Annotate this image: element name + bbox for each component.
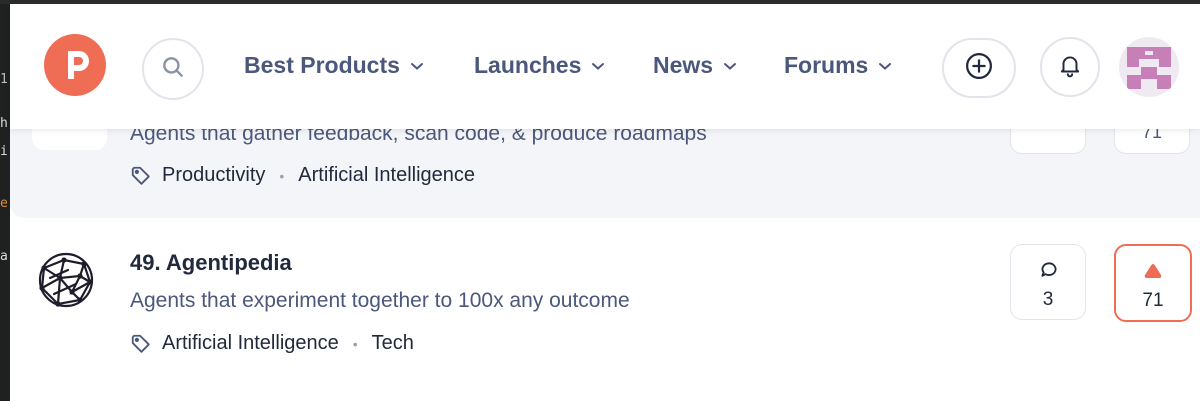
product-title[interactable]: 49. Agentipedia: [130, 250, 292, 276]
topic-link[interactable]: Artificial Intelligence: [298, 164, 475, 187]
bell-icon: [1057, 52, 1083, 83]
topic-link[interactable]: Tech: [372, 332, 414, 355]
nav-news[interactable]: News: [653, 52, 737, 79]
product-hunt-logo[interactable]: [44, 34, 106, 96]
nav-label: News: [653, 52, 714, 78]
product-thumbnail[interactable]: [34, 248, 98, 312]
window-top-border: [0, 0, 1200, 4]
avatar-pattern-icon: [1127, 47, 1171, 89]
user-avatar[interactable]: [1119, 37, 1179, 97]
nav-forums[interactable]: Forums: [784, 52, 892, 79]
search-button[interactable]: [142, 38, 204, 100]
nav-best-products[interactable]: Best Products: [244, 52, 424, 79]
nav-label: Forums: [784, 52, 869, 78]
submit-product-button[interactable]: [942, 38, 1016, 98]
product-tagline: Agents that experiment together to 100x …: [130, 289, 630, 312]
topic-link[interactable]: Artificial Intelligence: [162, 332, 339, 355]
plus-circle-icon: [964, 51, 994, 86]
chevron-down-icon: [723, 61, 737, 71]
product-row[interactable]: 49. Agentipedia Agents that experiment t…: [10, 218, 1200, 401]
topic-link[interactable]: Productivity: [162, 164, 265, 187]
comment-count: 3: [1042, 289, 1054, 310]
upvote-triangle-icon: [1143, 262, 1163, 285]
notifications-button[interactable]: [1040, 37, 1100, 97]
topic-separator: •: [279, 167, 285, 184]
logo-letter-icon: [68, 51, 89, 79]
product-topics: Artificial Intelligence • Tech: [130, 332, 414, 355]
tag-icon: [130, 333, 152, 355]
background-terminal-edge: 1 h i e a: [0, 0, 10, 401]
chevron-down-icon: [878, 61, 892, 71]
nav-label: Best Products: [244, 52, 400, 78]
topic-separator: •: [352, 335, 358, 352]
chevron-down-icon: [591, 61, 605, 71]
top-navigation-header: Best Products Launches News Forums: [10, 4, 1200, 129]
nav-launches[interactable]: Launches: [474, 52, 605, 79]
search-icon: [160, 54, 186, 85]
upvote-button[interactable]: 71: [1114, 244, 1192, 322]
network-sphere-icon: [38, 252, 94, 308]
nav-label: Launches: [474, 52, 582, 78]
previous-product-topics: Productivity • Artificial Intelligence: [130, 164, 475, 187]
comments-button[interactable]: 3: [1010, 244, 1086, 320]
chevron-down-icon: [410, 61, 424, 71]
tag-icon: [130, 165, 152, 187]
comment-bubble-icon: [1039, 260, 1059, 285]
upvote-count: 71: [1142, 290, 1164, 311]
